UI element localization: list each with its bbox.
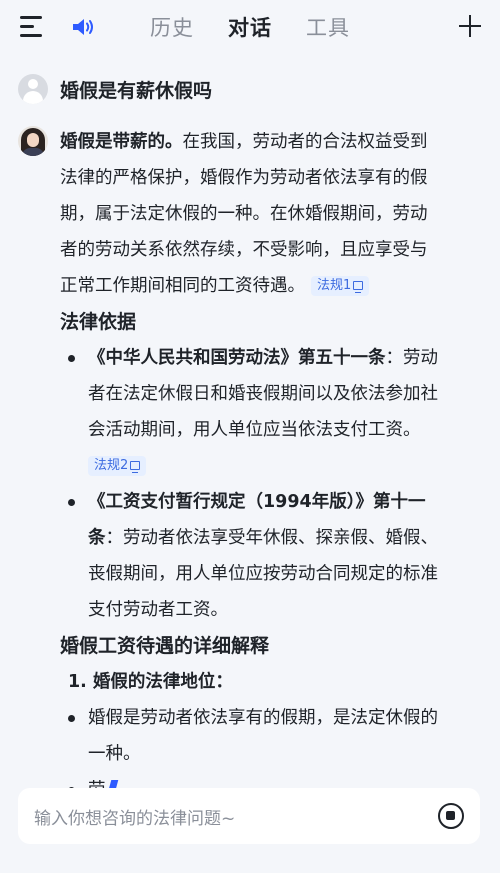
law-title: 《工资支付暂行规定（1994年版）》第十一 xyxy=(88,492,426,512)
answer-intro: 婚假是带薪的。在我国，劳动者的合法权益受到 法律的严格保护，婚假作为劳动者依法享… xyxy=(60,124,480,304)
menu-icon[interactable] xyxy=(20,16,44,38)
tab-tools[interactable]: 工具 xyxy=(306,12,350,42)
bullet-icon xyxy=(68,715,75,722)
section-title-legal-basis: 法律依据 xyxy=(60,311,137,333)
section-title-wage-explanation: 婚假工资待遇的详细解释 xyxy=(60,635,270,657)
answer-line: 者的劳动关系依然存续，不受影响，且应享受与 xyxy=(60,240,428,260)
citation-badge-2[interactable]: 法规2 xyxy=(88,456,147,476)
tab-history[interactable]: 历史 xyxy=(150,12,194,42)
user-message: 婚假是有薪休假吗 xyxy=(18,74,212,104)
tab-chat[interactable]: 对话 xyxy=(228,12,272,42)
assistant-answer: 婚假是带薪的。在我国，劳动者的合法权益受到 法律的严格保护，婚假作为劳动者依法享… xyxy=(60,124,480,808)
answer-line: 正常工作期间相同的工资待遇。 xyxy=(60,276,305,296)
assistant-avatar xyxy=(18,126,48,156)
document-icon xyxy=(130,461,141,473)
question-input[interactable]: 输入你想咨询的法律问题~ xyxy=(34,804,235,829)
top-bar: 历史 对话 工具 xyxy=(0,0,500,56)
answer-intro-bold: 婚假是带薪的。 xyxy=(60,132,183,152)
answer-line: 期，属于法定休假的一种。在休婚假期间，劳动 xyxy=(60,204,428,224)
law-title: 《中华人民共和国劳动法》第五十一条 xyxy=(88,348,386,368)
stop-generation-icon[interactable] xyxy=(438,803,464,829)
bullet-icon xyxy=(68,499,75,506)
speaker-icon[interactable] xyxy=(70,15,96,39)
numbered-item-title: 1. 婚假的法律地位： xyxy=(68,672,233,692)
new-chat-plus-icon[interactable] xyxy=(458,14,482,38)
tab-bar: 历史 对话 工具 xyxy=(150,12,350,42)
citation-badge-1[interactable]: 法规1 xyxy=(311,276,370,296)
answer-line: 在我国，劳动者的合法权益受到 xyxy=(182,132,428,152)
user-question-text: 婚假是有薪休假吗 xyxy=(60,79,213,102)
list-item: 《中华人民共和国劳动法》第五十一条：劳动 者在法定休假日和婚丧假期间以及依法参加… xyxy=(60,340,480,484)
user-avatar xyxy=(18,74,48,104)
document-icon xyxy=(353,281,364,293)
answer-line: 法律的严格保护，婚假作为劳动者依法享有的假 xyxy=(60,168,428,188)
chat-input-bar: 输入你想咨询的法律问题~ xyxy=(18,788,480,844)
bullet-icon xyxy=(68,355,75,362)
list-item: 《工资支付暂行规定（1994年版）》第十一 条：劳动者依法享受年休假、探亲假、婚… xyxy=(60,484,480,628)
law-title: 条 xyxy=(88,528,106,548)
numbered-item: 1. 婚假的法律地位： xyxy=(60,664,480,700)
list-item: 婚假是劳动者依法享有的假期，是法定休假的 一种。 xyxy=(60,700,480,772)
